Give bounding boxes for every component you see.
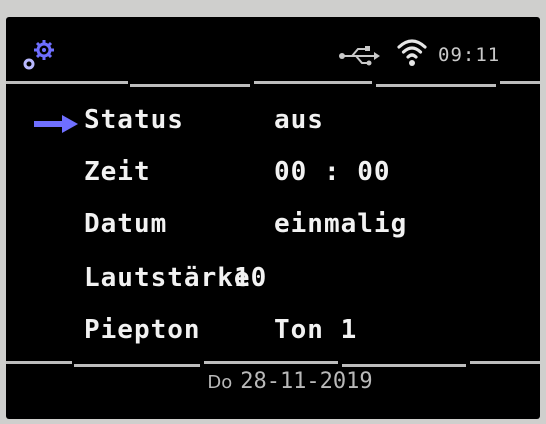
menu-item-value: 00 : 00 (274, 157, 391, 187)
menu-item-value: einmalig (274, 209, 408, 239)
menu-item-value: 10 (234, 263, 268, 293)
menu-item-value: Ton 1 (274, 315, 358, 345)
top-divider (6, 81, 540, 87)
menu-item-lautstaerke[interactable]: Lautstärke 10 (6, 257, 540, 309)
menu-item-value: aus (274, 105, 324, 135)
date: 28-11-2019 (240, 369, 373, 394)
usb-icon (339, 46, 380, 66)
menu-item-piepton[interactable]: Piepton Ton 1 (6, 309, 540, 361)
date-footer: Do 28-11-2019 (6, 369, 540, 399)
status-bar: 09:11 (6, 17, 540, 83)
menu-item-zeit[interactable]: Zeit 00 : 00 (6, 151, 540, 203)
wifi-icon (397, 39, 427, 66)
clock-time: 09:11 (438, 44, 501, 66)
menu-item-label: Status (84, 105, 184, 135)
lcd-screen: 09:11 Status aus Zeit 00 : 00 Datum einm… (6, 17, 540, 419)
menu-item-label: Piepton (84, 315, 201, 345)
menu-item-label: Zeit (84, 157, 151, 187)
menu-item-status[interactable]: Status aus (6, 99, 540, 151)
menu-item-label: Datum (84, 209, 168, 239)
weekday: Do (207, 372, 233, 393)
selection-arrow-icon (34, 115, 78, 133)
menu-item-label: Lautstärke (84, 263, 251, 293)
menu-item-datum[interactable]: Datum einmalig (6, 203, 540, 255)
gear-icon[interactable] (20, 39, 60, 73)
bottom-divider (6, 361, 540, 367)
